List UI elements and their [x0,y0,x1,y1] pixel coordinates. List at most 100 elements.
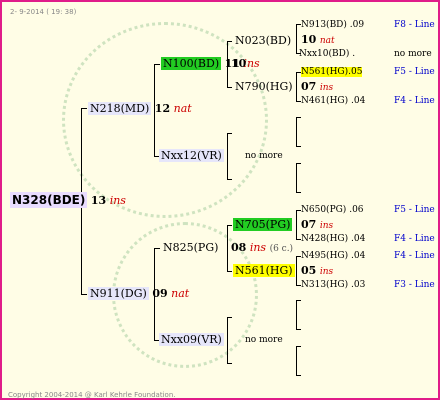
g3-a-note: nat [319,36,335,46]
connector [227,363,232,364]
g3-node-b[interactable]: N790(HG) [233,80,295,94]
g4-line: F3 - Line [394,280,435,290]
g4-row[interactable]: N313(HG) .03 [301,278,365,292]
connector [296,117,297,146]
dam-year: 09 [152,287,168,300]
g4-id[interactable]: N428(HG) [301,234,348,244]
g3-a-year: 10 [231,57,247,70]
connector [81,294,87,295]
sire-dam-no-more: no more [245,151,283,161]
header-date: 2- 9-2014 ( 19: 38) [10,8,77,16]
connector [296,117,301,118]
connector [154,64,160,65]
g3-a-yearline: 10 nat [301,33,335,48]
g4-pct: .06 [349,205,364,215]
g3-c-note: ins [319,221,334,231]
g3-c-year: 07 [301,218,317,231]
connector [227,133,228,179]
sire-id[interactable]: N218(MD) [88,102,152,115]
g3-node-a[interactable]: N023(BD) [233,34,293,48]
connector [296,24,297,53]
g4-line: F4 - Line [394,234,435,244]
g4-id[interactable]: N495(HG) [301,251,348,261]
root-year: 13 [90,194,107,207]
connector [296,210,297,239]
connector [296,375,301,376]
g3-d-yearline: 05 ins [301,264,333,279]
dam-sire-count: (6 c.) [269,244,294,254]
dam-dam-node[interactable]: Nxx09(VR) [159,333,224,347]
connector [227,317,232,318]
g4-line: F8 - Line [394,20,435,30]
g3-d-year: 05 [301,264,317,277]
connector [296,346,297,375]
g4-pct: .09 [349,20,365,30]
connector [227,133,232,134]
g4-line: F5 - Line [394,205,435,215]
dam-dam-id[interactable]: Nxx09(VR) [159,333,224,346]
connector [227,225,232,226]
connector [227,87,232,88]
g4-id[interactable]: N561(HG) [301,67,349,77]
g4-row[interactable]: N561(HG).05 [301,65,363,79]
g4-id[interactable]: N913(BD) [301,20,347,30]
g4-id[interactable]: N461(HG) [301,96,348,106]
root-note: ins [109,194,126,207]
dam-sire-id[interactable]: N825(PG) [161,241,220,254]
g3-c-yearline: 07 ins [301,218,333,233]
dam-sire-note: ins [249,241,267,254]
root-queen-id[interactable]: N328(BDE) [10,192,88,208]
g4-row[interactable]: N428(HG) .04 [301,232,365,246]
g3-b-note: ins [319,83,334,93]
g3-a-year-label: 10 [301,33,317,46]
sire-node[interactable]: N218(MD) 12 nat [88,102,192,116]
g3-a-id[interactable]: N023(BD) [233,34,293,47]
g4-line: F5 - Line [394,67,435,77]
sire-dam-id[interactable]: Nxx12(VR) [159,149,224,162]
dam-node[interactable]: N911(DG) 09 nat [88,287,189,301]
g3-b-id[interactable]: N790(HG) [233,80,295,93]
connector [227,225,228,271]
connector [227,271,232,272]
sire-sire-id[interactable]: N100(BD) [161,57,222,70]
connector [296,163,297,192]
g4-row[interactable]: N650(PG) .06 [301,203,364,217]
sire-dam-node[interactable]: Nxx12(VR) [159,149,224,163]
dam-dam-no-more: no more [245,335,283,345]
g4-id[interactable]: N650(PG) [301,205,346,215]
g4-row[interactable]: N461(HG) .04 [301,94,365,108]
g4-line: no more [394,49,432,59]
connector [296,346,301,347]
g4-row[interactable]: Nxx10(BD) . [299,47,355,61]
connector [296,300,301,301]
watermark-logo [62,22,268,218]
g3-node-d[interactable]: N561(HG) [233,264,295,278]
connector [296,256,297,285]
sire-note: nat [173,102,192,115]
g3-d-id[interactable]: N561(HG) [233,264,295,277]
connector [296,329,301,330]
root-node[interactable]: N328(BDE) 13 ins [10,192,126,208]
g4-id[interactable]: Nxx10(BD) [299,49,349,59]
g4-row[interactable]: N913(BD) .09 [301,18,364,32]
g4-id[interactable]: N313(HG) [301,280,348,290]
g4-row[interactable]: N495(HG) .04 [301,249,365,263]
connector [296,72,297,101]
g4-pct: . [352,49,356,59]
g3-d-note: ins [319,267,334,277]
connector [296,192,301,193]
g3-node-c[interactable]: N705(PG) [233,218,293,232]
connector [154,248,160,249]
dam-sire-year: 08 [231,241,247,254]
g3-a-meta: 10 [231,57,246,71]
g3-c-id[interactable]: N705(PG) [233,218,293,231]
dam-sire-node[interactable]: N825(PG) [161,241,220,255]
dam-note: nat [171,287,190,300]
g4-pct: .04 [351,96,366,106]
connector [296,300,297,329]
connector [296,163,301,164]
g4-line: F4 - Line [394,251,435,261]
dam-sire-meta: 08 ins (6 c.) [231,241,293,256]
dam-id[interactable]: N911(DG) [88,287,149,300]
connector [227,317,228,363]
